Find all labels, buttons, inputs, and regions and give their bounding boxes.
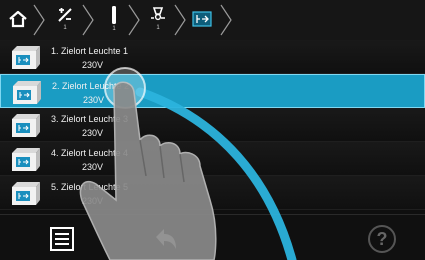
list-item-title: 1. Zielort Leuchte 1 bbox=[51, 46, 129, 56]
exit-sign-box-icon bbox=[12, 148, 40, 171]
exit-sign-box-icon bbox=[12, 114, 40, 137]
list-item-title: 2. Zielort Leuchte 2 bbox=[52, 81, 130, 91]
help-label: ? bbox=[376, 228, 388, 249]
list-item[interactable]: 5. Zielort Leuchte 5 230V bbox=[0, 176, 425, 210]
chevron-right-icon bbox=[220, 4, 232, 36]
back-arrow-icon bbox=[156, 229, 176, 249]
list-item[interactable]: 1. Zielort Leuchte 1 230V bbox=[0, 40, 425, 74]
chevron-right-icon bbox=[128, 4, 140, 36]
back-button[interactable] bbox=[150, 223, 182, 255]
exit-sign-icon bbox=[192, 11, 212, 27]
exit-sign-box-icon bbox=[13, 81, 41, 104]
list-item-voltage: 230V bbox=[82, 196, 104, 206]
group-icon bbox=[58, 8, 72, 22]
breadcrumb-luminaire[interactable]: 1 bbox=[146, 2, 170, 36]
breadcrumb-circuit[interactable]: 1 bbox=[104, 2, 124, 36]
list-item-selected[interactable]: 2. Zielort Leuchte 2 230V bbox=[0, 74, 425, 108]
breadcrumb: 1 1 1 bbox=[0, 0, 425, 40]
chevron-right-icon bbox=[33, 4, 45, 36]
list-item-voltage: 230V bbox=[82, 162, 104, 172]
list-menu-icon bbox=[50, 227, 74, 251]
chevron-right-icon bbox=[174, 4, 186, 36]
chevron-right-icon bbox=[82, 4, 94, 36]
list-item-title: 3. Zielort Leuchte 3 bbox=[51, 114, 129, 124]
luminaire-icon bbox=[151, 7, 165, 21]
breadcrumb-group[interactable]: 1 bbox=[53, 2, 77, 36]
breadcrumb-number: 1 bbox=[112, 26, 116, 32]
list-item[interactable]: 3. Zielort Leuchte 3 230V bbox=[0, 108, 425, 142]
breadcrumb-number: 1 bbox=[63, 25, 67, 31]
list-item-voltage: 230V bbox=[83, 95, 105, 105]
list-item-voltage: 230V bbox=[82, 128, 104, 138]
breadcrumb-home[interactable] bbox=[6, 2, 30, 36]
list-item-title: 4. Zielort Leuchte 4 bbox=[51, 148, 129, 158]
list-item[interactable]: 4. Zielort Leuchte 4 230V bbox=[0, 142, 425, 176]
exit-sign-box-icon bbox=[12, 182, 40, 205]
exit-sign-box-icon bbox=[12, 46, 40, 69]
list-item-title: 5. Zielort Leuchte 5 bbox=[51, 182, 129, 192]
breadcrumb-number: 1 bbox=[156, 25, 160, 31]
circuit-icon bbox=[112, 6, 116, 24]
help-button[interactable]: ? bbox=[366, 223, 398, 255]
menu-button[interactable] bbox=[46, 223, 78, 255]
home-icon bbox=[9, 10, 27, 28]
breadcrumb-exit-sign[interactable] bbox=[190, 2, 214, 36]
list-item-voltage: 230V bbox=[82, 60, 104, 70]
luminaire-list: 1. Zielort Leuchte 1 230V 2. Zielort Leu… bbox=[0, 40, 425, 212]
bottom-toolbar: ? bbox=[0, 214, 425, 260]
